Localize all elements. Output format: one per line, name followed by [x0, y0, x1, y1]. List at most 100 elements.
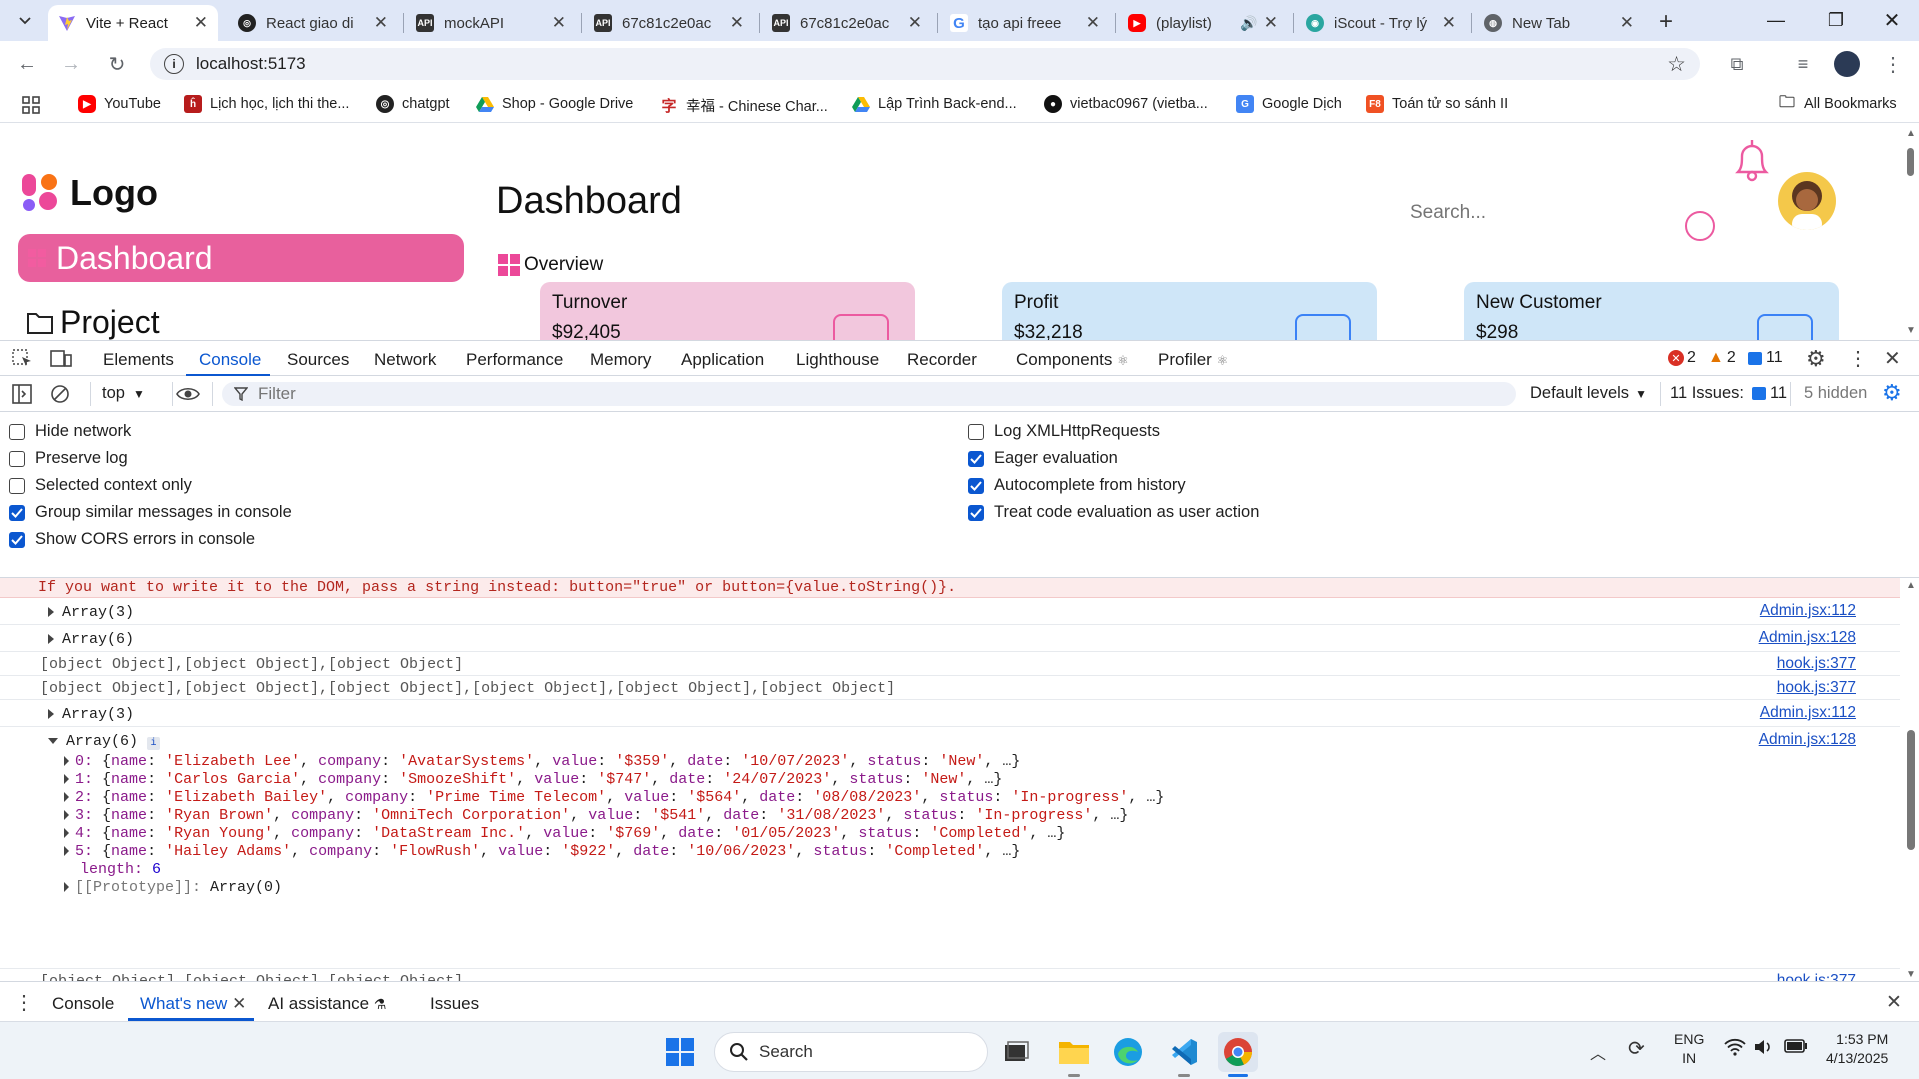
info-icon[interactable]: i — [147, 737, 161, 750]
source-link[interactable]: Admin.jsx:128 — [1759, 731, 1856, 749]
source-link[interactable]: Admin.jsx:112 — [1760, 602, 1856, 620]
apps-grid-icon[interactable] — [22, 96, 40, 114]
inspect-element-icon[interactable] — [12, 349, 34, 369]
array-item[interactable]: 5: {name: 'Hailey Adams', company: 'Flow… — [64, 843, 1020, 860]
bookmark-item[interactable]: Lập Trình Back-end... — [852, 95, 1017, 113]
live-expression-eye-icon[interactable] — [176, 384, 200, 404]
browser-tab[interactable]: ◍ New Tab ✕ — [1474, 5, 1644, 41]
array-expander[interactable]: Array(3) — [48, 604, 134, 621]
array-item[interactable]: 3: {name: 'Ryan Brown', company: 'OmniTe… — [64, 807, 1128, 824]
close-devtools-icon[interactable]: ✕ — [1884, 346, 1901, 371]
drawer-tab-console[interactable]: Console — [52, 994, 114, 1014]
drawer-tab-whats-new[interactable]: What's new ✕ — [140, 994, 246, 1014]
devtools-tab-network[interactable]: Network — [374, 350, 436, 370]
device-toolbar-icon[interactable] — [50, 349, 72, 369]
close-icon[interactable]: ✕ — [374, 13, 388, 33]
option-log-xmlhttprequests[interactable]: Log XMLHttpRequests — [968, 422, 1160, 441]
filter-field[interactable] — [222, 382, 1516, 406]
clear-console-icon[interactable] — [50, 384, 70, 404]
option-show-cors-errors[interactable]: Show CORS errors in console — [9, 530, 255, 549]
browser-tab[interactable]: API 67c81c2e0ac ✕ — [762, 5, 932, 41]
profile-avatar[interactable] — [1834, 51, 1860, 77]
chrome-taskbar-icon[interactable] — [1218, 1032, 1258, 1072]
devtools-tab-components[interactable]: Components ⚛ — [1016, 350, 1129, 370]
volume-icon[interactable] — [1754, 1038, 1774, 1056]
taskbar-search[interactable]: Search — [714, 1032, 988, 1072]
bookmark-item[interactable]: ● vietbac0967 (vietba... — [1044, 95, 1208, 113]
checkbox[interactable] — [968, 477, 984, 494]
browser-tab[interactable]: ◉ iScout - Trợ lý ✕ — [1296, 5, 1466, 41]
tab-search-button[interactable] — [12, 9, 38, 33]
star-icon[interactable]: ☆ — [1667, 52, 1686, 77]
vscode-icon[interactable] — [1164, 1032, 1204, 1072]
sync-icon[interactable]: ⟳ — [1628, 1036, 1645, 1061]
browser-tab[interactable]: ▶ (playlist) 🔊 ✕ — [1118, 5, 1288, 41]
reload-icon[interactable]: ↻ — [104, 51, 130, 77]
message-count-badge[interactable]: 11 — [1748, 349, 1783, 367]
drawer-tab-ai-assistance[interactable]: AI assistance ⚗ — [268, 994, 386, 1014]
console-message[interactable]: Array(3) Admin.jsx:112 — [0, 700, 1900, 727]
error-count-badge[interactable]: ✕ 2 — [1668, 349, 1696, 367]
wifi-icon[interactable] — [1724, 1038, 1746, 1056]
search-input[interactable] — [1410, 198, 1650, 228]
devtools-tab-recorder[interactable]: Recorder — [907, 350, 977, 370]
new-tab-plus-icon[interactable]: + — [1652, 8, 1680, 36]
filter-input[interactable] — [258, 384, 1458, 404]
nav-item-dashboard[interactable]: Dashboard — [18, 234, 464, 282]
array-item[interactable]: 1: {name: 'Carlos Garcia', company: 'Smo… — [64, 771, 1002, 788]
close-icon[interactable]: ✕ — [1442, 13, 1456, 33]
close-icon[interactable]: ✕ — [1620, 13, 1634, 33]
log-levels-dropdown[interactable]: Default levels ▼ — [1530, 384, 1647, 403]
checkbox[interactable] — [968, 423, 984, 440]
devtools-tab-console[interactable]: Console — [199, 350, 261, 370]
source-link[interactable]: hook.js:377 — [1777, 679, 1856, 697]
devtools-tab-elements[interactable]: Elements — [103, 350, 174, 370]
task-view-icon[interactable] — [996, 1032, 1036, 1072]
language-indicator[interactable]: ENG IN — [1674, 1030, 1704, 1068]
issues-button[interactable]: 11 Issues: 11 — [1670, 384, 1787, 403]
close-icon[interactable]: ✕ — [908, 13, 922, 33]
devtools-menu-icon[interactable]: ⋮ — [1848, 346, 1868, 371]
restore-icon[interactable]: ❐ — [1806, 0, 1866, 41]
window-close-icon[interactable]: ✕ — [1862, 0, 1919, 41]
array-item[interactable]: 2: {name: 'Elizabeth Bailey', company: '… — [64, 789, 1164, 806]
drawer-menu-icon[interactable]: ⋮ — [14, 990, 34, 1015]
devtools-tab-profiler[interactable]: Profiler ⚛ — [1158, 350, 1228, 370]
edge-icon[interactable] — [1108, 1032, 1148, 1072]
drawer-tab-issues[interactable]: Issues — [430, 994, 479, 1014]
bookmark-item[interactable]: G Google Dịch — [1236, 95, 1342, 113]
site-info-icon[interactable]: i — [164, 54, 184, 74]
option-selected-context-only[interactable]: Selected context only — [9, 476, 192, 495]
close-icon[interactable]: ✕ — [194, 13, 208, 33]
devtools-tab-lighthouse[interactable]: Lighthouse — [796, 350, 879, 370]
option-eager-evaluation[interactable]: Eager evaluation — [968, 449, 1118, 468]
console-message-expanded[interactable]: Array(6) i Admin.jsx:128 0: {name: 'Eliz… — [0, 727, 1900, 969]
console-message[interactable]: Array(3) Admin.jsx:112 — [0, 598, 1900, 625]
checkbox[interactable] — [9, 531, 25, 548]
address-bar[interactable]: i localhost:5173 ☆ — [150, 48, 1700, 80]
back-arrow-icon[interactable]: ← — [14, 51, 40, 77]
bookmark-item[interactable]: ▶ YouTube — [78, 95, 161, 113]
devtools-tab-application[interactable]: Application — [681, 350, 764, 370]
source-link[interactable]: Admin.jsx:112 — [1760, 704, 1856, 722]
settings-gear-icon[interactable]: ⚙ — [1806, 346, 1826, 372]
browser-tab[interactable]: G tạo api freee ✕ — [940, 5, 1110, 41]
close-icon[interactable]: ✕ — [730, 13, 744, 33]
page-scrollbar[interactable]: ▲ ▼ — [1904, 128, 1916, 336]
devtools-tab-performance[interactable]: Performance — [466, 350, 563, 370]
clock[interactable]: 1:53 PM 4/13/2025 — [1826, 1030, 1888, 1068]
file-explorer-icon[interactable] — [1054, 1032, 1094, 1072]
bookmark-item[interactable]: ĥ Lịch học, lịch thi the... — [184, 95, 349, 113]
devtools-tab-sources[interactable]: Sources — [287, 350, 349, 370]
close-icon[interactable]: ✕ — [552, 13, 566, 33]
source-link[interactable]: hook.js:377 — [1777, 972, 1856, 981]
source-link[interactable]: Admin.jsx:128 — [1759, 629, 1856, 647]
context-selector[interactable]: top ▼ — [102, 384, 145, 403]
close-icon[interactable]: ✕ — [1086, 13, 1100, 33]
bookmark-item[interactable]: ◎ chatgpt — [376, 95, 450, 113]
checkbox[interactable] — [968, 504, 984, 521]
option-autocomplete-history[interactable]: Autocomplete from history — [968, 476, 1186, 495]
url-text[interactable]: localhost:5173 — [196, 54, 306, 74]
checkbox[interactable] — [9, 504, 25, 521]
browser-menu-icon[interactable]: ⋮ — [1880, 51, 1906, 77]
